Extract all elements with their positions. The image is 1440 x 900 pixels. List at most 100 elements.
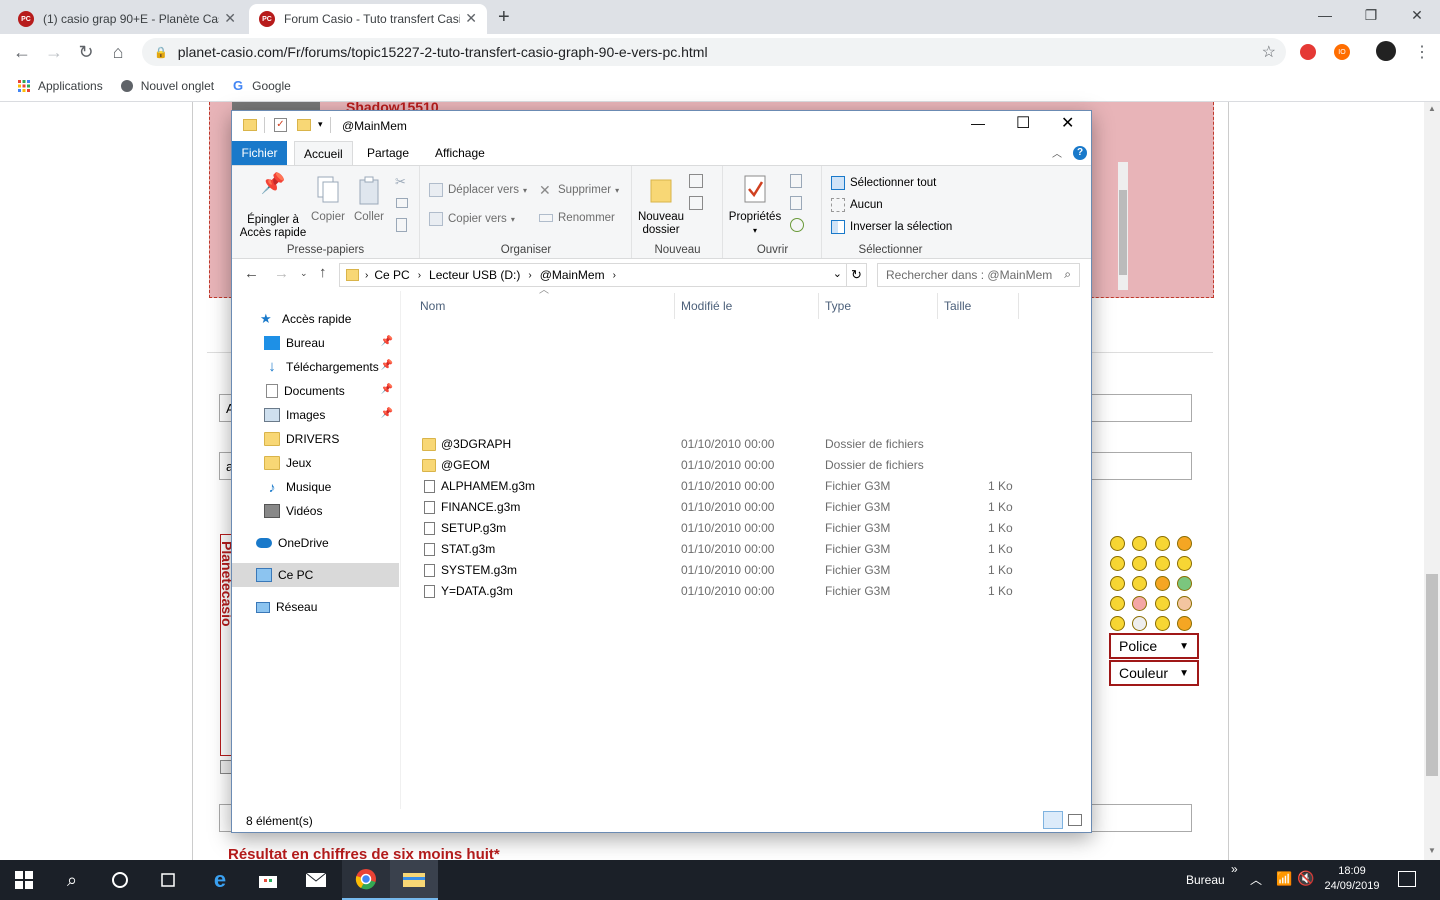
minimize-icon[interactable]: —	[971, 115, 985, 131]
post-scrollbar[interactable]	[1118, 162, 1128, 290]
toolbar-expand-icon[interactable]: »	[1231, 862, 1238, 876]
nav-item[interactable]: Documents 📌	[232, 379, 399, 403]
smiley-icon[interactable]	[1177, 556, 1192, 571]
smiley-icon[interactable]	[1132, 576, 1147, 591]
easy-access-icon[interactable]	[689, 196, 703, 210]
close-window-icon[interactable]: ✕	[1394, 0, 1440, 30]
browser-tab-2[interactable]: PC Forum Casio - Tuto transfert Casi ✕	[249, 4, 487, 34]
breadcrumb-mainmem[interactable]: @MainMem	[540, 268, 605, 282]
back-icon[interactable]: ←	[10, 40, 34, 64]
cut-icon[interactable]: ✂	[395, 174, 406, 190]
paste-button[interactable]: Coller	[350, 176, 388, 224]
file-explorer-icon[interactable]	[390, 860, 438, 900]
column-header-name[interactable]: Nom	[420, 299, 445, 315]
copy-path-icon[interactable]	[396, 198, 408, 208]
help-icon[interactable]: ?	[1073, 146, 1087, 160]
start-button[interactable]	[0, 860, 48, 900]
close-icon[interactable]: ✕	[1061, 113, 1074, 133]
close-tab-icon[interactable]: ✕	[465, 10, 477, 27]
restore-icon[interactable]: ❐	[1348, 0, 1394, 30]
refresh-icon[interactable]: ↻	[846, 264, 866, 286]
details-view-icon[interactable]	[1043, 811, 1063, 829]
new-folder-button[interactable]: Nouveau dossier	[635, 176, 687, 237]
path-bar[interactable]: › Ce PC › Lecteur USB (D:) › @MainMem › …	[339, 263, 867, 287]
pin-quick-access-button[interactable]: 📌 Épingler à Accès rapide	[238, 174, 308, 240]
couleur-select[interactable]: Couleur ▼	[1109, 660, 1199, 686]
nav-item[interactable]: Vidéos	[232, 499, 399, 523]
edit-icon[interactable]	[790, 196, 802, 210]
store-icon[interactable]	[244, 860, 292, 900]
history-icon[interactable]	[790, 218, 804, 232]
invert-selection-button[interactable]: Inverser la sélection	[831, 220, 952, 234]
smiley-icon[interactable]	[1110, 556, 1125, 571]
copy-to-button[interactable]: Copier vers ▾	[429, 212, 515, 226]
smiley-icon[interactable]	[1110, 536, 1125, 551]
nav-item[interactable]: Réseau	[232, 595, 399, 619]
search-icon[interactable]: ⌕	[48, 860, 96, 900]
properties-quick-icon[interactable]: ✓	[274, 118, 287, 132]
scrollbar-thumb[interactable]	[1426, 574, 1438, 776]
edge-icon[interactable]: e	[196, 860, 244, 900]
file-row[interactable]: FINANCE.g3m 01/10/2010 00:00 Fichier G3M 1 …	[411, 497, 1071, 518]
nav-item-selected[interactable]: Ce PC	[232, 563, 399, 587]
file-row[interactable]: Y=DATA.g3m 01/10/2010 00:00 Fichier G3M 1 K…	[411, 581, 1071, 602]
bookmark-star-icon[interactable]: ☆	[1262, 42, 1276, 62]
back-arrow-icon[interactable]: ←	[244, 265, 259, 282]
new-item-icon[interactable]	[689, 174, 703, 188]
up-arrow-icon[interactable]: ↑	[319, 264, 327, 281]
file-row[interactable]: SYSTEM.g3m 01/10/2010 00:00 Fichier G3M 1 K…	[411, 560, 1071, 581]
smiley-icon[interactable]	[1177, 576, 1192, 591]
new-tab-button[interactable]: +	[498, 6, 510, 29]
column-header-modified[interactable]: Modifié le	[681, 299, 732, 315]
forward-arrow-icon[interactable]: →	[274, 265, 289, 282]
police-select[interactable]: Police ▼	[1109, 633, 1199, 659]
smiley-icon[interactable]	[1110, 616, 1125, 631]
scroll-up-icon[interactable]: ▲	[1428, 104, 1436, 113]
customize-qat-icon[interactable]: ▾	[318, 119, 323, 130]
smiley-icon[interactable]	[1155, 556, 1170, 571]
breadcrumb-usb-drive[interactable]: Lecteur USB (D:)	[429, 268, 520, 282]
file-row[interactable]: @GEOM 01/10/2010 00:00 Dossier de fichiers	[411, 455, 1071, 476]
tab-fichier[interactable]: Fichier	[232, 141, 287, 165]
nav-item[interactable]: Jeux	[232, 451, 399, 475]
file-row[interactable]: ALPHAMEM.g3m 01/10/2010 00:00 Fichier G3M 1…	[411, 476, 1071, 497]
scroll-down-icon[interactable]: ▼	[1428, 846, 1436, 855]
bookmark-applications[interactable]: Applications	[16, 78, 103, 94]
close-tab-icon[interactable]: ✕	[224, 10, 236, 27]
collapse-ribbon-icon[interactable]: ︿	[1052, 145, 1062, 160]
column-header-size[interactable]: Taille	[944, 299, 971, 315]
mail-icon[interactable]	[292, 860, 340, 900]
copy-button[interactable]: Copier	[308, 176, 348, 224]
delete-button[interactable]: ✕ Supprimer ▾	[539, 183, 619, 197]
tab-accueil[interactable]: Accueil	[294, 141, 353, 166]
cortana-icon[interactable]	[96, 860, 144, 900]
menu-dots-icon[interactable]: ⋮	[1414, 42, 1430, 62]
home-icon[interactable]: ⌂	[106, 40, 130, 64]
path-dropdown-icon[interactable]: ⌄	[833, 267, 842, 280]
smiley-icon[interactable]	[1155, 616, 1170, 631]
smiley-icon[interactable]	[1155, 536, 1170, 551]
smiley-icon[interactable]	[1177, 596, 1192, 611]
open-icon[interactable]	[790, 174, 802, 188]
rename-button[interactable]: Renommer	[539, 212, 615, 224]
select-all-button[interactable]: Sélectionner tout	[831, 176, 936, 190]
task-view-icon[interactable]	[144, 860, 192, 900]
smiley-icon[interactable]	[1132, 616, 1147, 631]
nav-item[interactable]: Images 📌	[232, 403, 399, 427]
nav-item[interactable]: ↓ Téléchargements 📌	[232, 355, 399, 379]
extension-icon[interactable]: IO	[1334, 44, 1350, 60]
tab-affichage[interactable]: Affichage	[426, 141, 494, 165]
smiley-icon[interactable]	[1155, 576, 1170, 591]
nav-item[interactable]: DRIVERS	[232, 427, 399, 451]
nav-item[interactable]: ♪ Musique	[232, 475, 399, 499]
smiley-icon[interactable]	[1177, 536, 1192, 551]
move-to-button[interactable]: Déplacer vers ▾	[429, 183, 527, 197]
nav-item[interactable]: Bureau 📌	[232, 331, 399, 355]
page-scrollbar[interactable]: ▲ ▼	[1424, 102, 1440, 860]
smiley-icon[interactable]	[1110, 576, 1125, 591]
minimize-icon[interactable]: —	[1302, 0, 1348, 30]
volume-muted-icon[interactable]: 🔇	[1297, 870, 1314, 887]
smiley-icon[interactable]	[1155, 596, 1170, 611]
browser-tab-1[interactable]: PC (1) casio grap 90+E - Planète Casi ✕	[8, 4, 246, 34]
smiley-icon[interactable]	[1132, 536, 1147, 551]
